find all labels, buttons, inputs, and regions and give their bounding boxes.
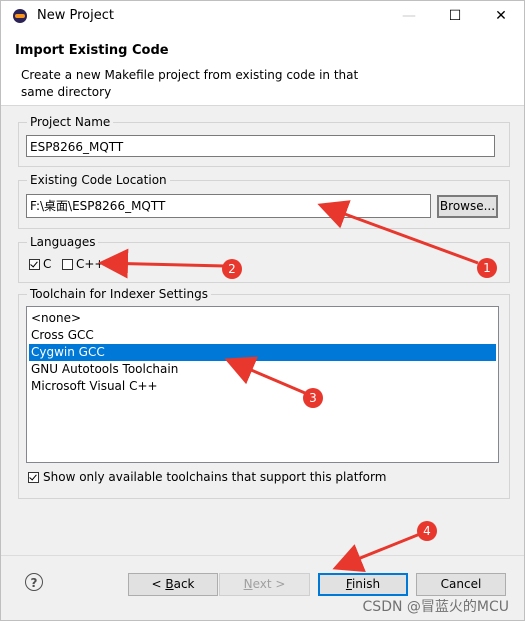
code-location-label: Existing Code Location [30,173,167,187]
show-only-label: Show only available toolchains that supp… [43,470,387,484]
language-c-checkbox[interactable] [29,259,40,270]
browse-button[interactable]: Browse... [437,195,498,218]
wizard-header: Import Existing Code Create a new Makefi… [1,31,524,106]
maximize-button[interactable]: ☐ [432,1,478,31]
back-button[interactable]: < Back [128,573,218,596]
annotation-badge-4: 4 [417,521,437,541]
language-cpp-label: C++ [76,257,105,271]
list-item-selected[interactable]: Cygwin GCC [29,344,496,361]
annotation-badge-3: 3 [303,388,323,408]
show-only-checkbox[interactable] [28,472,39,483]
languages-label: Languages [30,235,96,249]
finish-button[interactable]: Finish [318,573,408,596]
toolchain-list[interactable]: <none> Cross GCC Cygwin GCC GNU Autotool… [26,306,499,463]
minimize-button[interactable]: — [386,1,432,31]
language-cpp-checkbox[interactable] [62,259,73,270]
next-button[interactable]: Next > [219,573,310,596]
new-project-dialog: New Project — ☐ ✕ Import Existing Code C… [0,0,525,621]
csdn-watermark: CSDN @冒蓝火的MCU [362,599,509,615]
cancel-button[interactable]: Cancel [416,573,506,596]
project-name-label: Project Name [30,115,111,129]
page-title: Import Existing Code [15,43,169,58]
page-description: Create a new Makefile project from exist… [21,68,359,99]
help-icon[interactable]: ? [25,573,43,591]
language-c-label: C [43,257,52,271]
code-location-input[interactable]: F:\桌面\ESP8266_MQTT [26,194,431,218]
annotation-badge-1: 1 [477,258,497,278]
project-name-input[interactable]: ESP8266_MQTT [26,135,495,157]
eclipse-app-icon [13,9,27,23]
annotation-badge-2: 2 [222,259,242,279]
list-item[interactable]: Cross GCC [29,327,496,344]
window-title: New Project [37,8,114,23]
toolchain-label: Toolchain for Indexer Settings [30,287,208,301]
list-item[interactable]: Microsoft Visual C++ [29,378,496,395]
list-item[interactable]: GNU Autotools Toolchain [29,361,496,378]
title-bar: New Project — ☐ ✕ [1,1,524,31]
button-bar-separator [1,555,524,556]
list-item[interactable]: <none> [29,310,496,327]
close-button[interactable]: ✕ [478,1,524,31]
